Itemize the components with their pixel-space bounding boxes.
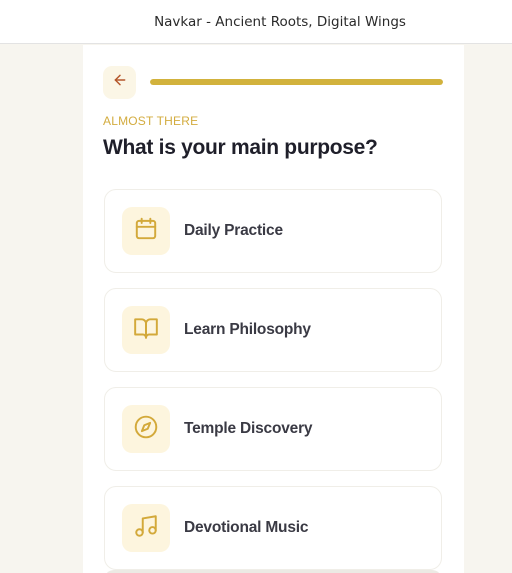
window-titlebar: Navkar - Ancient Roots, Digital Wings <box>0 0 512 44</box>
option-label: Devotional Music <box>184 519 309 536</box>
calendar-icon <box>133 216 159 247</box>
question-heading: What is your main purpose? <box>103 136 378 159</box>
window-title: Navkar - Ancient Roots, Digital Wings <box>154 13 406 30</box>
option-learn-philosophy[interactable]: Learn Philosophy <box>104 288 442 372</box>
book-open-icon <box>133 315 159 346</box>
onboarding-panel: ALMOST THERE What is your main purpose? … <box>83 45 464 573</box>
option-label: Daily Practice <box>184 222 283 239</box>
option-icon-container <box>122 207 170 255</box>
step-eyebrow: ALMOST THERE <box>103 114 199 128</box>
option-icon-container <box>122 306 170 354</box>
progress-bar <box>150 79 443 85</box>
compass-icon <box>133 414 159 445</box>
option-daily-practice[interactable]: Daily Practice <box>104 189 442 273</box>
option-icon-container <box>122 504 170 552</box>
music-note-icon <box>133 513 159 544</box>
option-label: Temple Discovery <box>184 420 313 437</box>
arrow-left-icon <box>112 72 128 93</box>
progress-bar-fill <box>150 79 443 85</box>
option-icon-container <box>122 405 170 453</box>
option-devotional-music[interactable]: Devotional Music <box>104 486 442 570</box>
back-button[interactable] <box>103 66 136 99</box>
option-temple-discovery[interactable]: Temple Discovery <box>104 387 442 471</box>
option-label: Learn Philosophy <box>184 321 311 338</box>
